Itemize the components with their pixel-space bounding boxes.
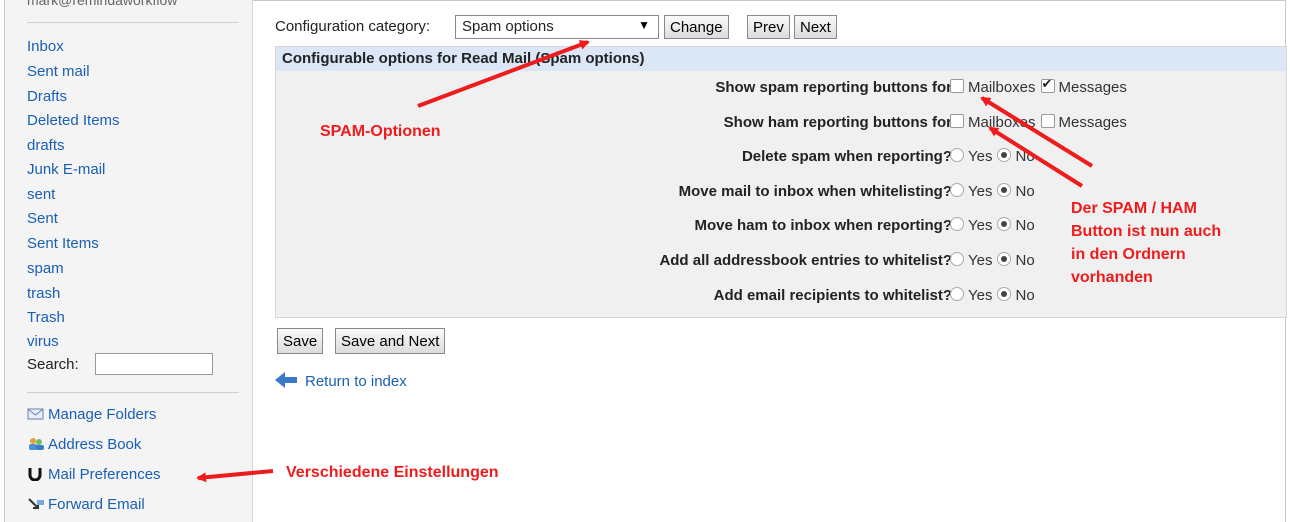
manage-folders-link[interactable]: Manage Folders [27, 406, 156, 423]
option-controls: Yes No [950, 217, 1040, 234]
category-value: Spam options [462, 18, 554, 35]
folder-virus[interactable]: virus [27, 333, 59, 351]
option-label: Move mail to inbox when whitelisting? [678, 183, 952, 200]
option-choice-label: Mailboxes [968, 79, 1036, 96]
checkbox-first[interactable] [950, 79, 964, 93]
annotation-line-4: vorhanden [1071, 269, 1153, 286]
option-label: Delete spam when reporting? [741, 148, 952, 165]
mail-preferences-link[interactable]: Mail Preferences [27, 466, 161, 483]
return-to-index-link[interactable]: Return to index [275, 372, 407, 390]
option-label: Add all addressbook entries to whitelist… [659, 252, 952, 269]
search-input[interactable] [95, 353, 213, 375]
option-controls: Mailboxes Messages [950, 76, 1132, 96]
annotation-line-1: Der SPAM / HAM [1071, 200, 1197, 217]
checkbox-first[interactable] [950, 114, 964, 128]
option-choice-label: Yes [968, 287, 993, 304]
option-choice-label: No [1015, 217, 1035, 234]
change-button[interactable]: Change [664, 15, 729, 39]
folder-sent-items[interactable]: Sent Items [27, 235, 99, 253]
save-button[interactable]: Save [277, 328, 324, 354]
radio-second[interactable] [997, 252, 1012, 266]
option-choice-label: Yes [968, 252, 993, 269]
back-arrow-icon [275, 372, 297, 388]
radio-first[interactable] [950, 217, 964, 231]
folder-sent-lower[interactable]: sent [27, 186, 55, 204]
option-choice-label: No [1015, 183, 1035, 200]
user-email: mark@remindaworkflow [27, 0, 178, 8]
mail-preferences-label: Mail Preferences [48, 466, 161, 483]
forward-email-label: Forward Email [48, 496, 145, 513]
radio-first[interactable] [950, 287, 964, 301]
sidebar-divider [27, 22, 239, 23]
radio-first[interactable] [950, 252, 964, 266]
folder-deleted-items[interactable]: Deleted Items [27, 112, 120, 130]
folder-inbox[interactable]: Inbox [27, 38, 64, 56]
search-row: Search: [27, 353, 213, 375]
option-controls: Yes No [950, 287, 1040, 304]
option-choice-label: Messages [1058, 79, 1127, 96]
next-button[interactable]: Next [794, 15, 837, 39]
annotation-line-3: in den Ordnern [1071, 246, 1186, 263]
folder-drafts[interactable]: Drafts [27, 88, 67, 106]
radio-first[interactable] [950, 183, 964, 197]
radio-second[interactable] [997, 148, 1012, 162]
folder-drafts-lower[interactable]: drafts [27, 137, 65, 155]
category-label: Configuration category: [275, 18, 431, 35]
option-controls: Yes No [950, 148, 1040, 165]
category-row: Configuration category: [275, 18, 430, 35]
annotation-spam-optionen: SPAM-Optionen [320, 123, 441, 140]
option-label: Move ham to inbox when reporting? [694, 217, 952, 234]
sidebar: mark@remindaworkflow Inbox Sent mail Dra… [5, 0, 253, 522]
option-controls: Yes No [950, 183, 1040, 200]
people-icon [29, 438, 44, 450]
forward-icon [28, 498, 44, 509]
option-choice-label: No [1015, 252, 1035, 269]
panel-title: Configurable options for Read Mail (Spam… [276, 47, 1286, 71]
manage-folders-label: Manage Folders [48, 406, 157, 423]
checkbox-second[interactable] [1040, 76, 1055, 93]
category-select[interactable]: Spam options ▼ [455, 15, 659, 39]
option-choice-label: Yes [968, 183, 993, 200]
prev-button[interactable]: Prev [747, 15, 790, 39]
checkbox-second[interactable] [1040, 114, 1055, 128]
envelope-icon [27, 408, 44, 420]
radio-first[interactable] [950, 148, 964, 162]
option-choice-label: No [1015, 148, 1035, 165]
option-choice-label: Messages [1058, 114, 1127, 131]
option-choice-label: Yes [968, 148, 993, 165]
option-controls: Yes No [950, 252, 1040, 269]
forward-email-link[interactable]: Forward Email [27, 496, 145, 513]
folder-trash-lower[interactable]: trash [27, 285, 60, 303]
option-choice-label: No [1015, 287, 1035, 304]
address-book-link[interactable]: Address Book [27, 436, 141, 453]
save-and-next-button[interactable]: Save and Next [335, 328, 446, 354]
option-choice-label: Yes [968, 217, 993, 234]
sidebar-divider-2 [27, 392, 239, 393]
dropdown-arrow-icon: ▼ [638, 18, 650, 32]
folder-sent-mail[interactable]: Sent mail [27, 63, 90, 81]
radio-second[interactable] [997, 183, 1012, 197]
option-label: Add email recipients to whitelist? [713, 287, 952, 304]
annotation-line-2: Button ist nun auch [1071, 223, 1222, 240]
address-book-label: Address Book [48, 436, 142, 453]
radio-second[interactable] [997, 287, 1012, 301]
annotation-button-note: Der SPAM / HAM Button ist nun auch in de… [1071, 197, 1221, 289]
folder-trash[interactable]: Trash [27, 309, 65, 327]
option-label: Show spam reporting buttons for [715, 79, 952, 96]
search-label: Search: [27, 356, 79, 373]
option-label: Show ham reporting buttons for [723, 114, 952, 131]
option-choice-label: Mailboxes [968, 114, 1036, 131]
return-label: Return to index [305, 373, 407, 390]
annotation-einstellungen: Verschiedene Einstellungen [286, 464, 499, 481]
radio-second[interactable] [997, 217, 1012, 231]
magnet-icon [28, 468, 42, 481]
folder-spam[interactable]: spam [27, 260, 64, 278]
option-controls: Mailboxes Messages [950, 114, 1132, 131]
folder-sent[interactable]: Sent [27, 210, 58, 228]
folder-junk[interactable]: Junk E-mail [27, 161, 105, 179]
